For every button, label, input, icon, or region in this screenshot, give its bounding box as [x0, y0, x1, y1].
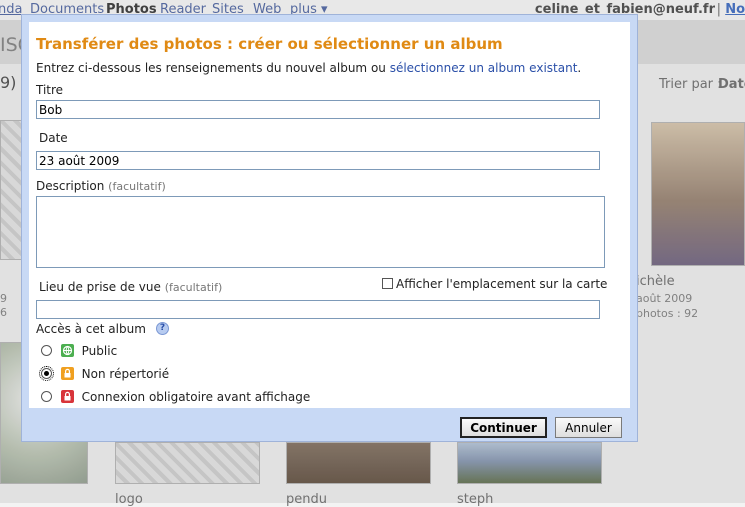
continue-button[interactable]: Continuer — [460, 417, 547, 438]
date-label: Date — [39, 131, 68, 145]
description-label: Description (facultatif) — [36, 179, 166, 193]
public-globe-icon — [60, 344, 74, 357]
upload-album-dialog: Transférer des photos : créer ou sélecti… — [21, 14, 638, 442]
signin-required-label: Connexion obligatoire avant affichage — [81, 390, 311, 404]
signin-required-radio[interactable] — [41, 391, 52, 402]
public-radio[interactable] — [41, 345, 52, 356]
private-lock-icon — [60, 390, 74, 403]
description-textarea[interactable] — [36, 196, 605, 268]
title-label: Titre — [36, 83, 64, 97]
date-input[interactable] — [36, 151, 600, 170]
intro-text-main: Entrez ci-dessous les renseignements du … — [36, 61, 390, 75]
cancel-button[interactable]: Annuler — [555, 417, 622, 438]
show-on-map-checkbox[interactable] — [382, 278, 393, 289]
location-optional-hint: (facultatif) — [164, 281, 223, 294]
help-icon[interactable]: ? — [156, 322, 169, 335]
public-label: Public — [81, 344, 118, 358]
access-option-unlisted[interactable]: Non répertorié — [39, 366, 170, 383]
description-optional-hint: (facultatif) — [108, 180, 166, 193]
intro-text-end: . — [577, 61, 582, 75]
unlisted-radio[interactable] — [39, 366, 54, 381]
location-input[interactable] — [36, 300, 600, 319]
intro-text: Entrez ci-dessous les renseignements du … — [36, 61, 581, 75]
location-label-text: Lieu de prise de vue — [39, 280, 161, 294]
location-label: Lieu de prise de vue (facultatif) — [39, 280, 222, 294]
access-label: Accès à cet album — [36, 322, 146, 336]
show-on-map-label: Afficher l'emplacement sur la carte — [396, 277, 608, 291]
select-existing-album-link[interactable]: sélectionnez un album existant — [390, 61, 578, 75]
unlisted-label: Non répertorié — [81, 367, 170, 381]
unlisted-lock-icon — [60, 367, 74, 380]
dialog-body: Transférer des photos : créer ou sélecti… — [29, 22, 630, 408]
dialog-title: Transférer des photos : créer ou sélecti… — [36, 35, 503, 53]
title-input[interactable] — [36, 100, 600, 119]
access-option-public[interactable]: Public — [41, 344, 117, 360]
access-option-signin-required[interactable]: Connexion obligatoire avant affichage — [41, 390, 310, 406]
show-on-map-option[interactable]: Afficher l'emplacement sur la carte — [382, 277, 607, 291]
description-label-text: Description — [36, 179, 105, 193]
